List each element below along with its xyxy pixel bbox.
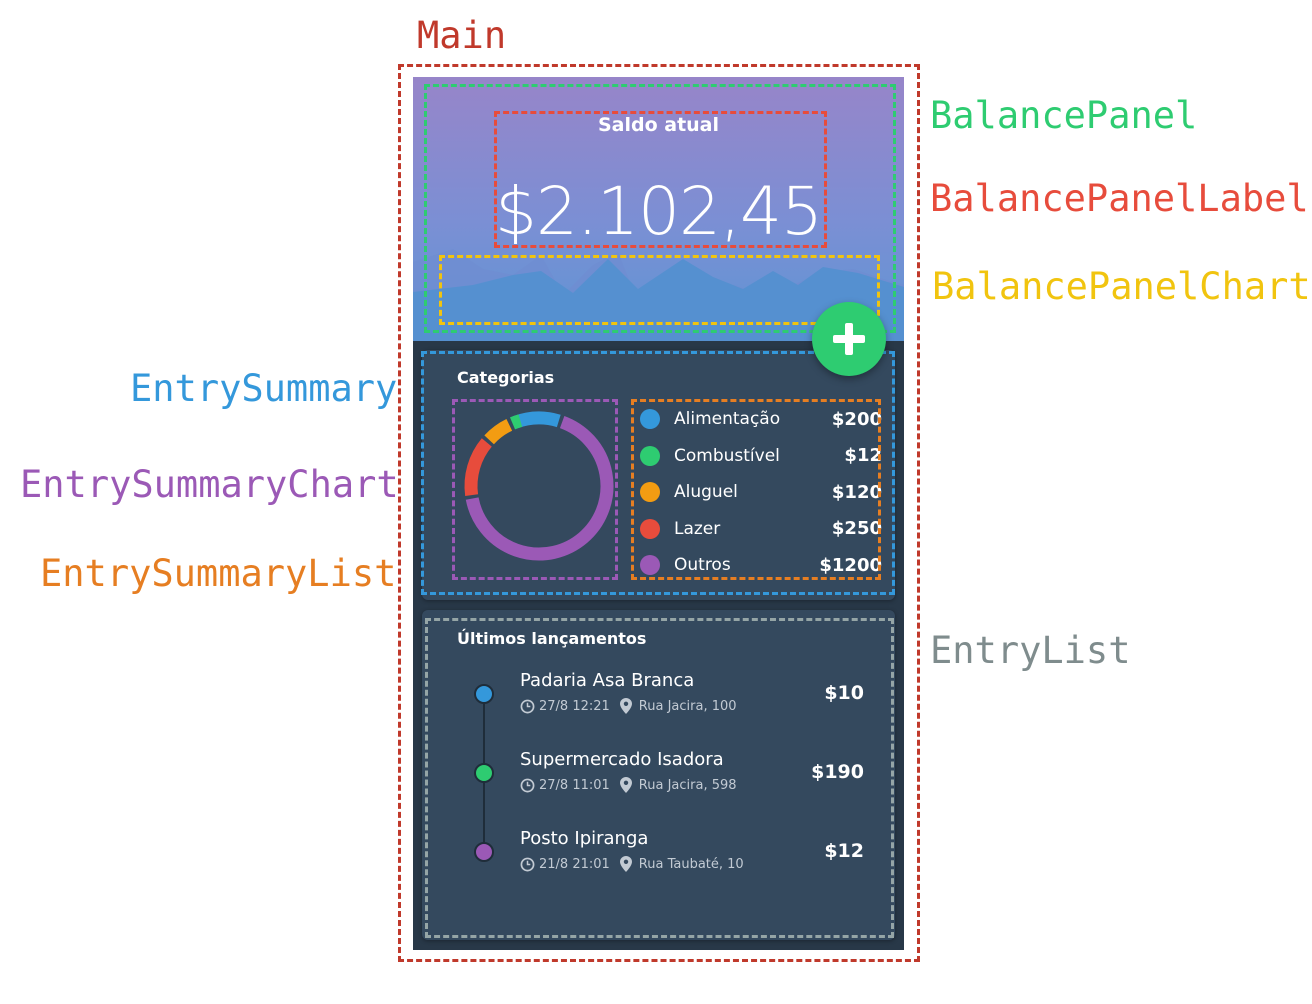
add-entry-button[interactable] [812,302,886,376]
balance-panel-chart-outline [439,255,880,325]
label-entry-summary-list: EntrySummaryList [40,552,397,595]
label-entry-list: EntryList [930,629,1131,672]
entry-list-outline [425,618,894,938]
label-main: Main [417,14,507,57]
balance-panel-label-outline [494,111,827,248]
label-balance-panel-chart: BalancePanelChart [932,265,1311,308]
label-entry-summary-chart: EntrySummaryChart [20,463,399,506]
plus-icon [833,323,865,355]
entry-summary-chart-outline [452,399,618,580]
label-balance-panel-label: BalancePanelLabel [930,177,1309,220]
label-balance-panel: BalancePanel [930,94,1198,137]
label-entry-summary: EntrySummary [130,367,398,410]
entry-summary-list-outline [631,399,881,580]
